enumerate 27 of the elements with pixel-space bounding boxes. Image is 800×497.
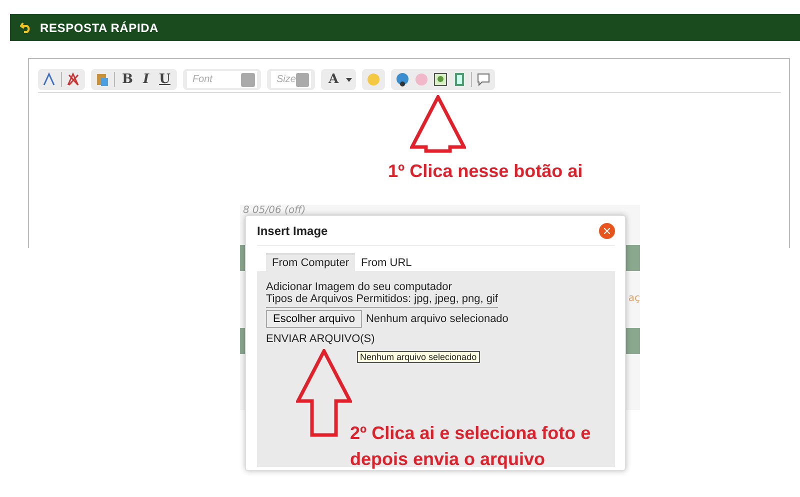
header-title: RESPOSTA RÁPIDA [40, 20, 159, 34]
close-icon [604, 228, 610, 234]
dialog-title: Insert Image [257, 224, 328, 238]
file-status-text: Nenhum arquivo selecionado [366, 313, 508, 325]
info-text: Adicionar Imagem do seu computador [266, 281, 453, 293]
date-text: 8 05/06 (off) [243, 205, 306, 216]
image-icon[interactable] [432, 72, 448, 87]
underline-button[interactable]: U [156, 72, 174, 87]
return-arrow-icon [20, 22, 32, 33]
caret-icon[interactable] [346, 78, 352, 82]
close-button[interactable] [599, 222, 615, 238]
up-arrow-icon [410, 95, 466, 153]
link-text: aç [628, 293, 640, 304]
text-color-button[interactable]: A [325, 72, 342, 87]
bold-button[interactable]: B [119, 72, 136, 87]
tooltip: Nenhum arquivo selecionado [357, 351, 480, 363]
dialog-tab[interactable]: From Computer [266, 253, 356, 271]
italic-button[interactable]: I [140, 72, 152, 87]
annotation-text: 1º Clica nesse botão ai [388, 160, 584, 183]
speech-bubble-icon[interactable] [476, 72, 491, 87]
annotation-text: 2º Clica ai e seleciona foto e depois envia o arquivo [350, 422, 592, 471]
info-text: Tipos de Arquivos Permitidos: jpg, jpeg, png, gif [266, 293, 499, 305]
up-arrow-icon [296, 349, 352, 437]
upload-label: ENVIAR ARQUIVO(S) [266, 333, 376, 345]
clipboard-icon[interactable] [95, 72, 110, 87]
choose-file-button[interactable]: Escolher arquivo [266, 310, 362, 328]
remove-format-icon[interactable] [66, 72, 81, 87]
